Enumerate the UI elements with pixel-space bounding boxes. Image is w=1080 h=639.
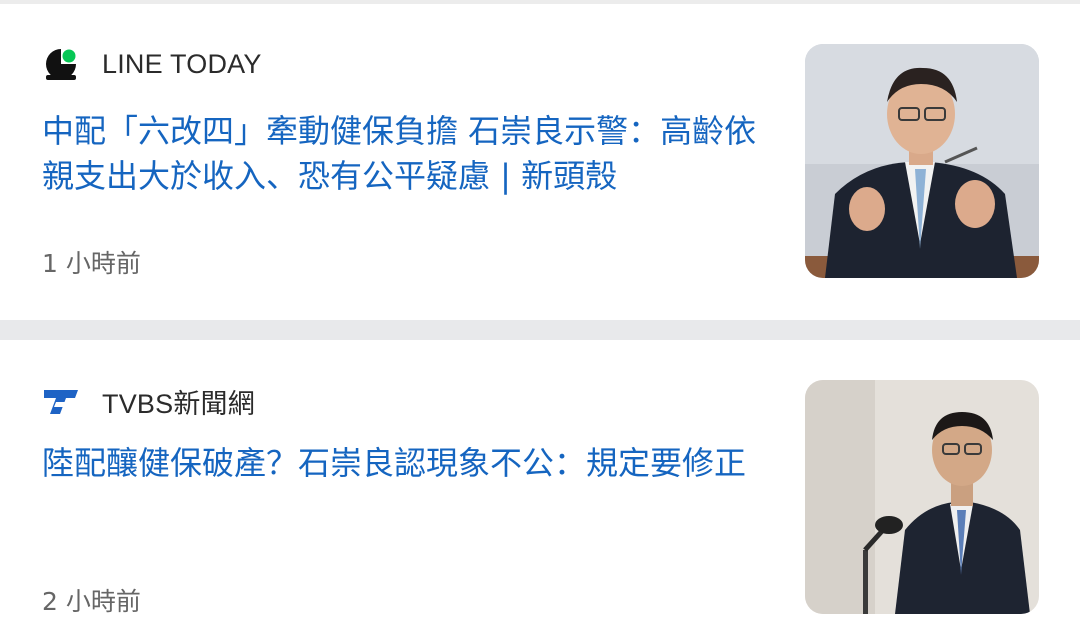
tvbs-logo-icon — [42, 382, 80, 420]
source-name: LINE TODAY — [102, 48, 262, 79]
news-card[interactable]: TVBS新聞網 陸配釀健保破產？石崇良認現象不公：規定要修正 2 小時前 — [0, 340, 1080, 639]
source-row: TVBS新聞網 — [42, 381, 255, 421]
article-thumbnail[interactable] — [805, 380, 1039, 614]
source-name: TVBS新聞網 — [102, 388, 255, 419]
news-card[interactable]: LINE TODAY 中配「六改四」牽動健保負擔 石崇良示警：高齡依親支出大於收… — [0, 4, 1080, 320]
article-headline[interactable]: 陸配釀健保破產？石崇良認現象不公：規定要修正 — [42, 441, 762, 486]
card-separator — [0, 320, 1080, 340]
article-timestamp: 2 小時前 — [42, 587, 141, 616]
article-thumbnail[interactable] — [805, 44, 1039, 278]
source-row: LINE TODAY — [42, 44, 262, 84]
line-today-logo-icon — [42, 45, 80, 83]
article-timestamp: 1 小時前 — [42, 249, 141, 278]
article-headline[interactable]: 中配「六改四」牽動健保負擔 石崇良示警：高齡依親支出大於收入、恐有公平疑慮 | … — [42, 109, 762, 199]
